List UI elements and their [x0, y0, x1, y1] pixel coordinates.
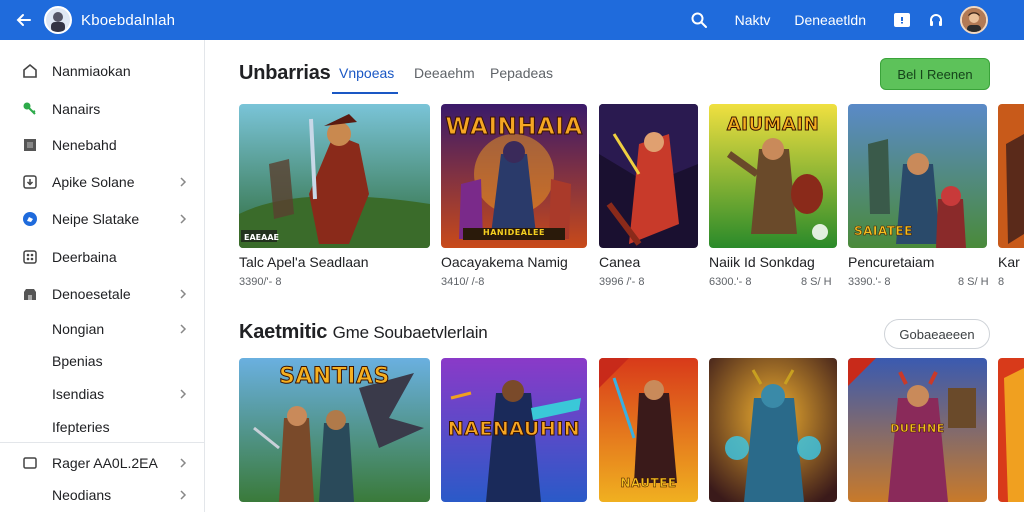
- sidebar-item-11[interactable]: Rager AA0L.2EA: [0, 448, 205, 478]
- sidebar-item-7[interactable]: Nongian: [0, 314, 205, 344]
- section-title: Unbarrias: [239, 62, 331, 84]
- sidebar-item-4[interactable]: Neipe Slatake: [0, 204, 205, 234]
- apps-icon: [21, 248, 39, 266]
- top-app-bar: Kboebdalnlah Naktv Deneaetldn: [0, 0, 1024, 40]
- game-logo-text: AIUMAIN: [726, 114, 820, 136]
- sidebar-item-1[interactable]: Nanairs: [0, 94, 205, 124]
- sidebar: Nanmiaokan Nanairs Nenebahd Apike Solane…: [0, 40, 205, 512]
- chevron-right-icon: [180, 177, 187, 187]
- sidebar-item-label: Denoesetale: [52, 286, 131, 302]
- sidebar-item-0[interactable]: Nanmiaokan: [0, 56, 205, 86]
- download-icon: [21, 173, 39, 191]
- sidebar-item-label: Deerbaina: [52, 249, 117, 265]
- key-icon: [21, 100, 39, 118]
- game-thumbnail: [599, 104, 698, 248]
- game-title: Kar: [998, 254, 1020, 270]
- game-meta: 3390/'- 8: [239, 276, 282, 288]
- sidebar-item-12[interactable]: Neodians: [0, 480, 205, 510]
- section-title: Kaetmitic Gme Soubaetvlerlain: [239, 321, 488, 344]
- user-avatar[interactable]: [960, 6, 988, 34]
- sidebar-item-label: Nanmiaokan: [52, 63, 131, 79]
- search-icon[interactable]: [685, 6, 713, 34]
- cta-button[interactable]: Bel I Reenen: [880, 58, 990, 90]
- game-meta: 3410/ /-8: [441, 276, 485, 288]
- app-title: Kboebdalnlah: [81, 11, 176, 29]
- game-meta-secondary: 8 S/ H: [958, 276, 989, 288]
- shield-icon: [21, 210, 39, 228]
- game-thumbnail: [998, 104, 1024, 248]
- sidebar-divider: [0, 442, 205, 443]
- game-thumbnail: DUEHNE: [848, 358, 987, 502]
- sidebar-item-label: Ifepteries: [52, 419, 110, 435]
- card-badge-text: EAEAAE: [244, 233, 279, 242]
- sidebar-item-8[interactable]: Bpenias: [0, 346, 205, 376]
- sidebar-item-label: Bpenias: [52, 353, 103, 369]
- game-thumbnail: AIUMAIN: [709, 104, 837, 248]
- game-thumbnail: [709, 358, 837, 502]
- topbar-link-1[interactable]: Naktv: [735, 12, 771, 28]
- tab-2[interactable]: Deeaehm: [414, 65, 475, 81]
- chevron-right-icon: [180, 490, 187, 500]
- home-icon: [21, 62, 39, 80]
- card-badge-text: DUEHNE: [890, 422, 945, 436]
- app-logo: [44, 6, 72, 34]
- card-badge-text: HANIDEALEE: [483, 228, 545, 237]
- store-icon: [21, 285, 39, 303]
- game-thumbnail: NAENAUHIN: [441, 358, 587, 502]
- game-logo-text: SANTIAS: [279, 364, 390, 390]
- chevron-right-icon: [180, 324, 187, 334]
- game-meta: 3390.'- 8: [848, 276, 891, 288]
- game-thumbnail: NAUTEE: [599, 358, 698, 502]
- grid-square-icon: [21, 136, 39, 154]
- see-all-button[interactable]: Gobaeaeeen: [884, 319, 990, 349]
- back-arrow-icon[interactable]: [6, 0, 42, 40]
- wallet-icon: [21, 454, 39, 472]
- section-subtitle: Gme Soubaetvlerlain: [332, 323, 488, 342]
- game-thumbnail: WAINHAIA HANIDEALEE: [441, 104, 587, 248]
- sidebar-item-label: Isendias: [52, 386, 105, 402]
- chevron-right-icon: [180, 214, 187, 224]
- sidebar-item-3[interactable]: Apike Solane: [0, 167, 205, 197]
- active-tab-indicator: [332, 92, 398, 94]
- chevron-right-icon: [180, 458, 187, 468]
- sidebar-item-label: Neipe Slatake: [52, 211, 140, 227]
- game-meta: 8: [998, 276, 1005, 288]
- chevron-right-icon: [180, 289, 187, 299]
- game-thumbnail: EAEAAE: [239, 104, 430, 248]
- sidebar-item-label: Rager AA0L.2EA: [52, 455, 158, 471]
- main-content: Unbarrias Vnpoeas Deeaehm Pepadeas Bel I…: [206, 40, 1024, 512]
- sidebar-item-label: Apike Solane: [52, 174, 135, 190]
- game-title: Naiik Id Sonkdag: [709, 254, 815, 270]
- game-title: Oacayakema Namig: [441, 254, 568, 270]
- chevron-right-icon: [180, 389, 187, 399]
- game-meta: 3996 /'- 8: [599, 276, 645, 288]
- game-logo-text: WAINHAIA: [445, 114, 583, 141]
- sidebar-item-6[interactable]: Denoesetale: [0, 279, 205, 309]
- sidebar-item-label: Nenebahd: [52, 137, 117, 153]
- game-title: Talc Apel'a Seadlaan: [239, 254, 369, 270]
- card-badge-text: SAIATEE: [854, 224, 913, 239]
- game-meta: 6300.'- 8: [709, 276, 752, 288]
- sidebar-item-10[interactable]: Ifepteries: [0, 412, 205, 442]
- game-title: Canea: [599, 254, 641, 270]
- section-title-main: Kaetmitic: [239, 321, 328, 343]
- tab-1[interactable]: Vnpoeas: [339, 65, 394, 81]
- topbar-link-2[interactable]: Deneaetldn: [794, 12, 866, 28]
- game-meta-secondary: 8 S/ H: [801, 276, 832, 288]
- sidebar-item-label: Nanairs: [52, 101, 101, 117]
- game-thumbnail: [998, 358, 1024, 502]
- sidebar-item-label: Neodians: [52, 487, 112, 503]
- card-badge-text: NAUTEE: [620, 476, 677, 491]
- game-logo-text: NAENAUHIN: [447, 418, 581, 441]
- game-title: Pencuretaiam: [848, 254, 935, 270]
- game-thumbnail: SANTIAS: [239, 358, 430, 502]
- tab-3[interactable]: Pepadeas: [490, 65, 553, 81]
- sidebar-item-5[interactable]: Deerbaina: [0, 242, 205, 272]
- headphones-icon[interactable]: [922, 6, 950, 34]
- message-icon[interactable]: [894, 13, 910, 27]
- sidebar-item-9[interactable]: Isendias: [0, 379, 205, 409]
- sidebar-item-2[interactable]: Nenebahd: [0, 130, 205, 160]
- sidebar-item-label: Nongian: [52, 321, 105, 337]
- game-thumbnail: SAIATEE: [848, 104, 987, 248]
